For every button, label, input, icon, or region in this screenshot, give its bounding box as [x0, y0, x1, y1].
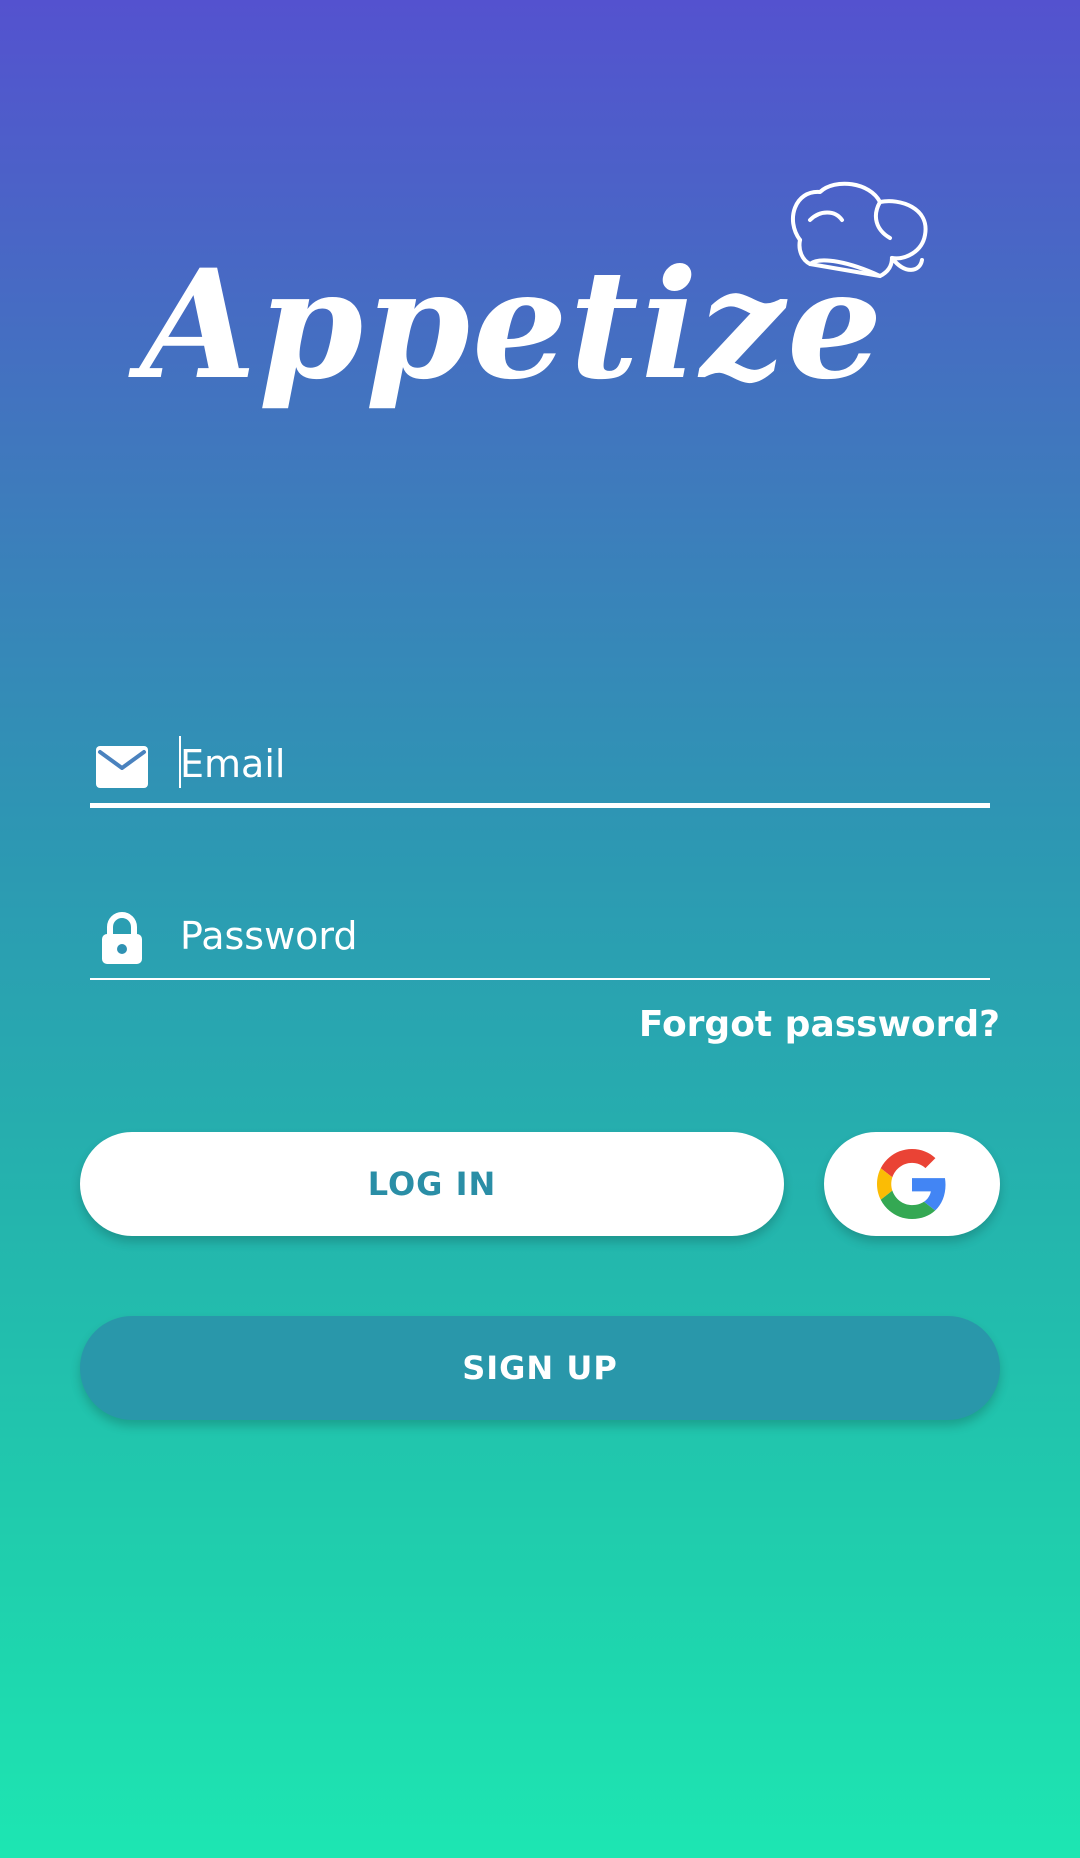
password-underline — [90, 978, 990, 980]
login-button-label: LOG IN — [367, 1165, 497, 1203]
signup-button[interactable]: SIGN UP — [80, 1316, 1000, 1420]
password-field[interactable] — [90, 900, 990, 980]
email-underline — [90, 803, 990, 808]
email-input[interactable] — [180, 734, 970, 794]
envelope-icon — [96, 746, 148, 788]
logo-wordmark: Appetize — [140, 237, 885, 413]
app-logo: Appetize — [140, 180, 940, 460]
lock-icon — [102, 912, 142, 964]
signup-button-label: SIGN UP — [462, 1349, 618, 1387]
google-icon — [877, 1149, 946, 1219]
login-button[interactable]: LOG IN — [80, 1132, 784, 1236]
forgot-password-link[interactable]: Forgot password? — [639, 1004, 1000, 1045]
email-field[interactable] — [90, 728, 990, 808]
password-input[interactable] — [180, 906, 970, 966]
google-signin-button[interactable] — [824, 1132, 1000, 1236]
